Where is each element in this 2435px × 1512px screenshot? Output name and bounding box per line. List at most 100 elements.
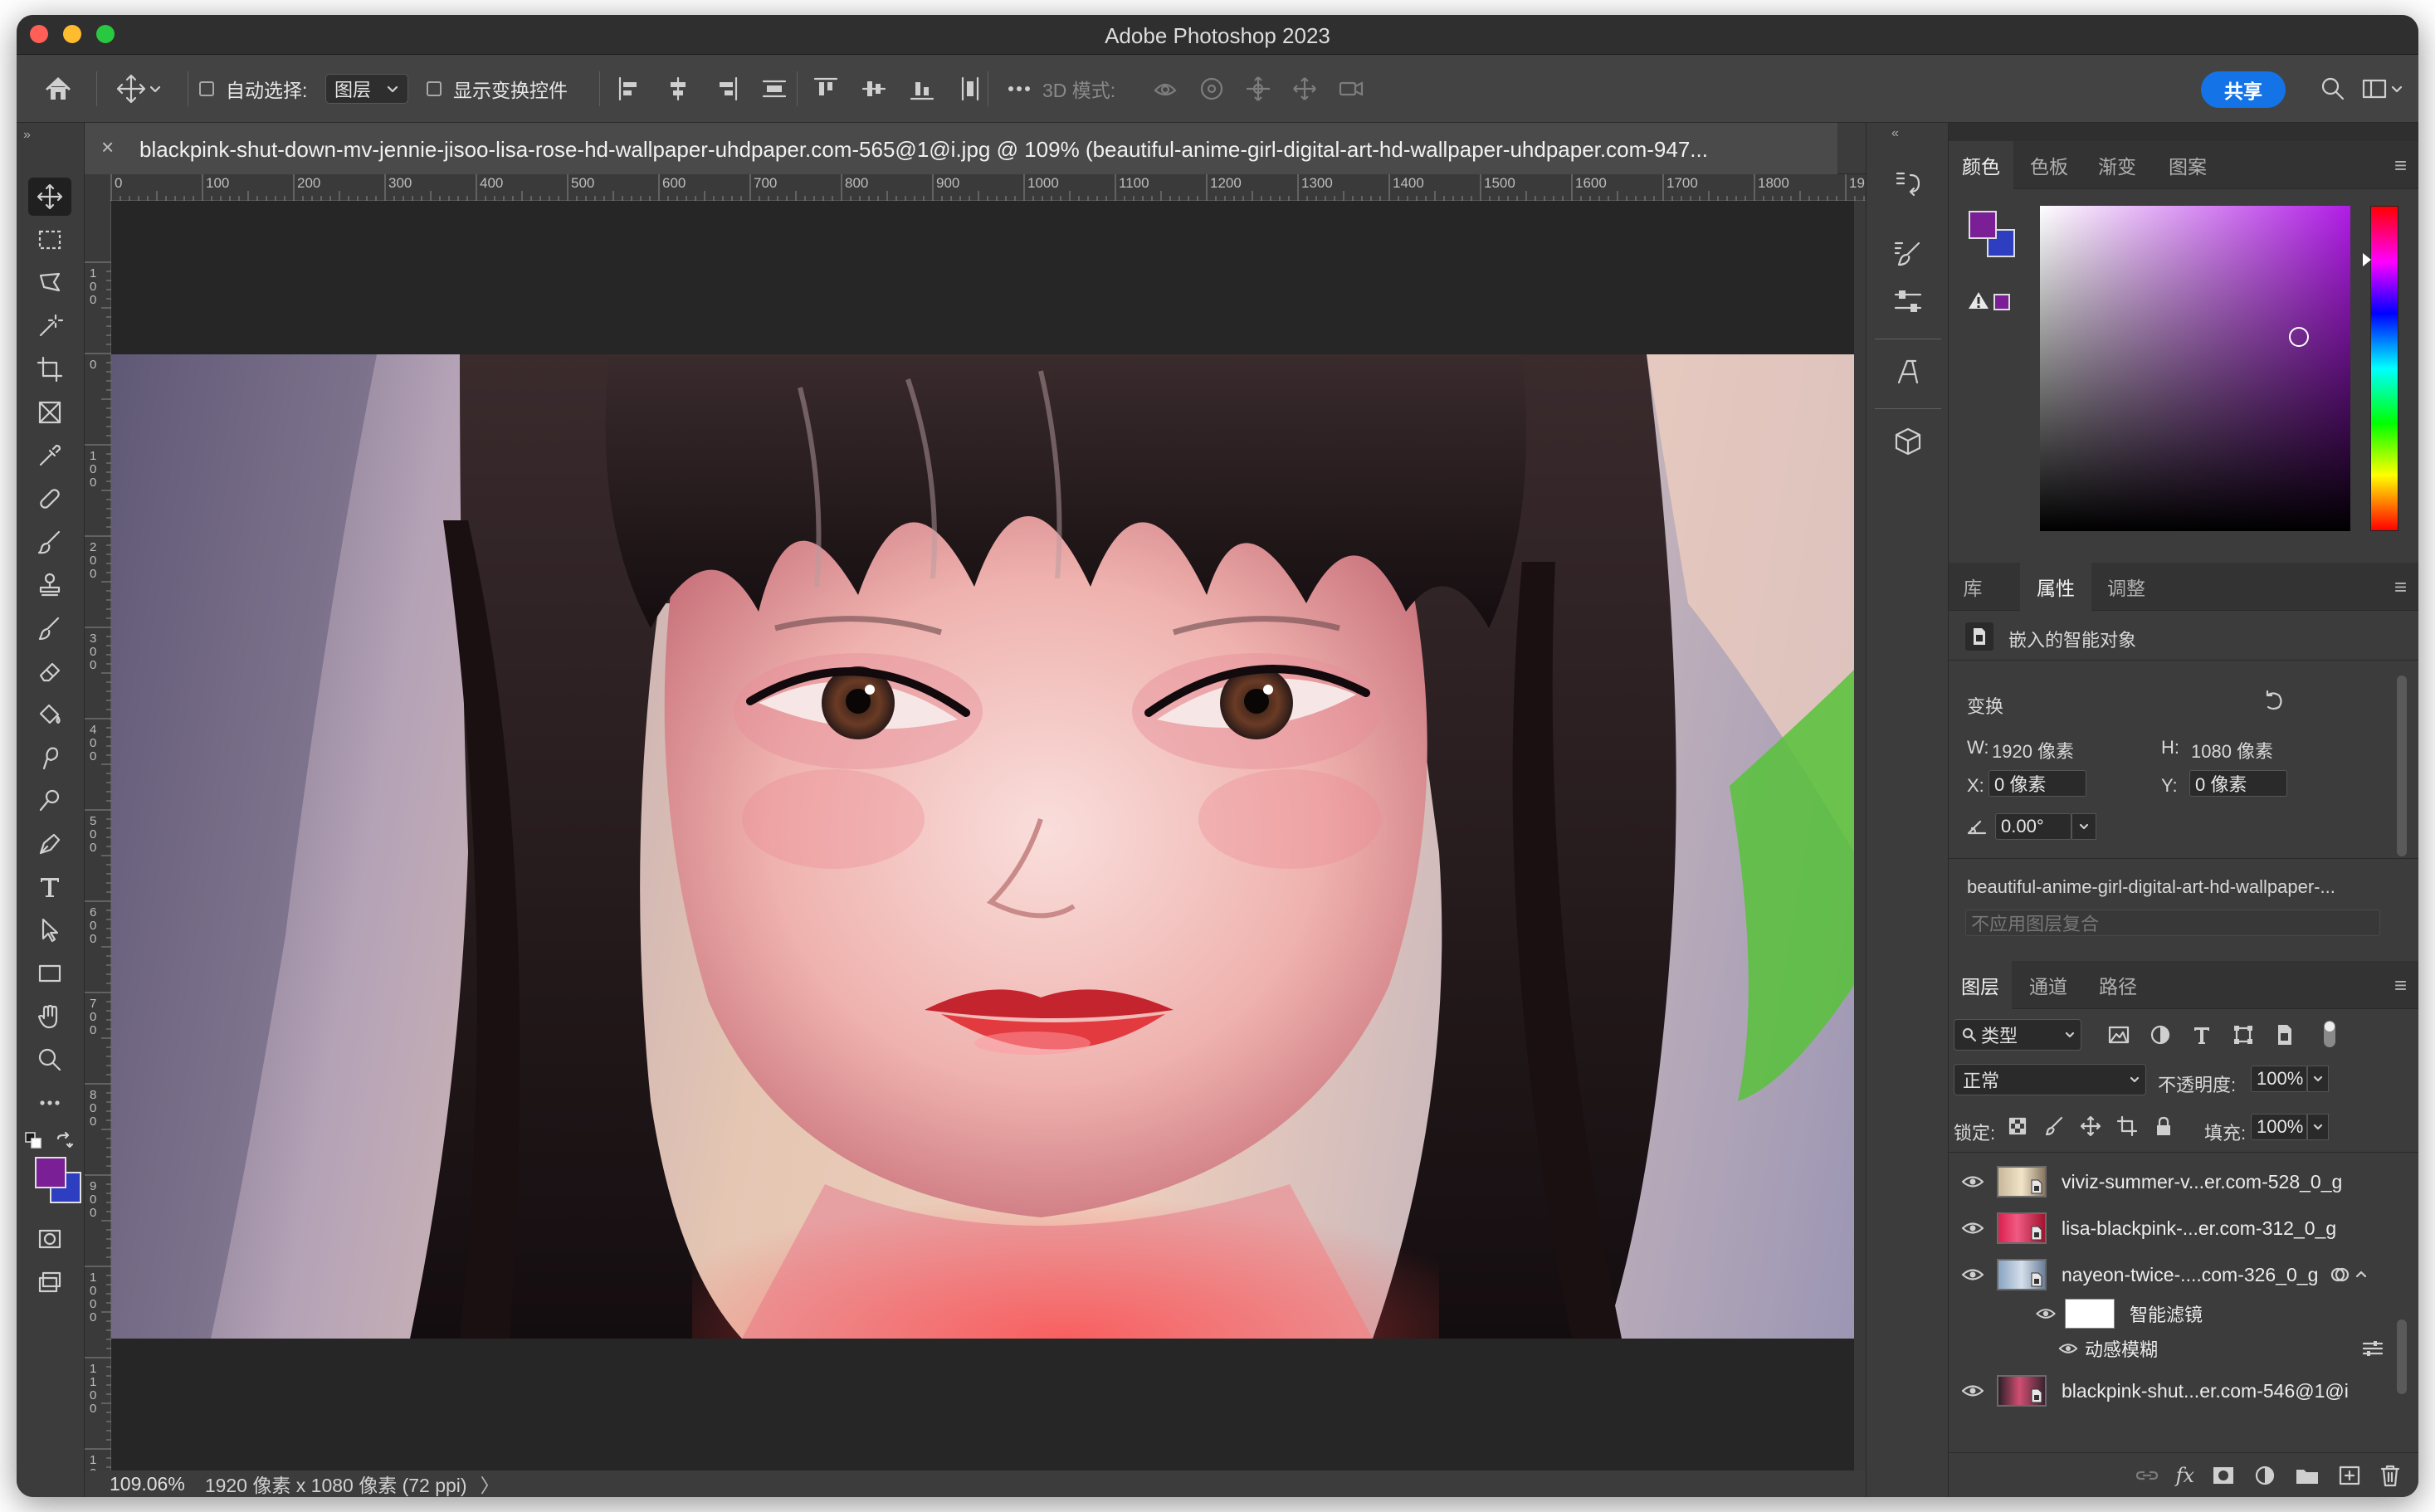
tab-color[interactable]: 颜色 — [1949, 141, 2013, 189]
x-position-field[interactable]: 0 像素 — [1989, 770, 2086, 797]
fill-slider-button[interactable] — [2307, 1114, 2329, 1140]
foreground-color-chip[interactable] — [1969, 211, 1997, 239]
adjustments-button[interactable] — [1890, 284, 1926, 320]
auto-select-dropdown[interactable]: 图层 — [325, 74, 408, 104]
align-center-h-icon[interactable] — [664, 75, 692, 103]
pixel-layer-filter-icon[interactable] — [2106, 1022, 2131, 1047]
3d-camera-icon[interactable] — [1336, 74, 1366, 104]
align-middle-v-icon[interactable] — [860, 75, 888, 103]
document-tab[interactable]: × blackpink-shut-down-mv-jennie-jisoo-li… — [85, 123, 1837, 174]
filter-row[interactable]: 动感模糊 — [1949, 1333, 2397, 1364]
align-top-icon[interactable] — [812, 75, 840, 103]
frame-tool[interactable] — [28, 393, 71, 432]
layer-row[interactable]: viviz-summer-v...er.com-528_0_g — [1949, 1158, 2397, 1205]
layer-row[interactable]: lisa-blackpink-...er.com-312_0_g — [1949, 1205, 2397, 1251]
tab-gradients[interactable]: 渐变 — [2085, 141, 2150, 189]
type-filter-icon[interactable] — [2189, 1022, 2214, 1047]
crop-tool[interactable] — [28, 350, 71, 388]
opacity-slider-button[interactable] — [2307, 1066, 2329, 1092]
panel-menu-icon[interactable]: ≡ — [2394, 973, 2407, 998]
visibility-eye-icon[interactable] — [1961, 1267, 1984, 1282]
magic-wand-tool[interactable] — [28, 307, 71, 345]
new-layer-icon[interactable] — [2337, 1464, 2362, 1487]
tab-channels[interactable]: 通道 — [2015, 961, 2081, 1009]
path-selection-tool[interactable] — [28, 911, 71, 949]
filter-blending-options-icon[interactable] — [2362, 1339, 2384, 1358]
edit-toolbar-button[interactable] — [28, 1084, 71, 1122]
zoom-level[interactable]: 109.06% — [110, 1473, 185, 1495]
color-picker-handle[interactable] — [2289, 327, 2309, 347]
reset-transform-button[interactable] — [2261, 689, 2286, 718]
canvas-area[interactable] — [111, 201, 1866, 1482]
adjustment-layer-icon[interactable] — [2252, 1464, 2277, 1487]
clone-stamp-tool[interactable] — [28, 566, 71, 604]
y-position-field[interactable]: 0 像素 — [2189, 770, 2287, 797]
add-mask-icon[interactable] — [2211, 1465, 2236, 1486]
rectangle-tool[interactable] — [28, 954, 71, 993]
gradient-tool[interactable] — [28, 695, 71, 734]
horizontal-ruler[interactable]: 0 100 200 300 400 500 600 700 800 900 1000 1100 1200… — [110, 174, 1866, 201]
share-button[interactable]: 共享 — [2201, 71, 2286, 108]
quick-mask-button[interactable] — [28, 1220, 71, 1258]
hue-slider[interactable] — [2363, 206, 2398, 531]
layers-scrollbar[interactable] — [2397, 1319, 2407, 1394]
eyedropper-tool[interactable] — [28, 437, 71, 475]
type-tool[interactable] — [28, 868, 71, 906]
close-document-icon[interactable]: × — [101, 134, 114, 160]
blend-mode-dropdown[interactable]: 正常 — [1954, 1064, 2146, 1095]
collapse-dock-icon[interactable]: « — [1891, 126, 1899, 141]
pen-tool[interactable] — [28, 825, 71, 863]
document-image[interactable] — [111, 354, 1854, 1339]
layer-comp-dropdown[interactable]: 不应用图层复合 — [1965, 910, 2380, 936]
panel-menu-icon[interactable]: ≡ — [2394, 574, 2407, 600]
new-group-icon[interactable] — [2294, 1465, 2320, 1486]
panel-menu-icon[interactable]: ≡ — [2394, 153, 2407, 178]
lock-artboard-icon[interactable] — [2116, 1115, 2138, 1137]
delete-layer-icon[interactable] — [2379, 1463, 2402, 1488]
3d-pan-icon[interactable] — [1243, 74, 1273, 104]
height-value[interactable]: 1080 像素 — [2191, 737, 2273, 763]
lock-pixels-icon[interactable] — [2043, 1115, 2065, 1137]
brush-settings-button[interactable] — [1890, 236, 1926, 272]
align-bottom-icon[interactable] — [908, 75, 936, 103]
layer-filter-dropdown[interactable]: 类型 — [1954, 1019, 2081, 1051]
auto-select-checkbox[interactable]: 自动选择: — [199, 55, 307, 123]
status-menu-arrow[interactable]: 〉 — [481, 1470, 500, 1497]
show-transform-checkbox[interactable]: 显示变换控件 — [427, 55, 568, 123]
vertical-ruler[interactable]: 1000100200300400500600700800900100011001… — [85, 201, 111, 1482]
lasso-tool[interactable] — [28, 264, 71, 302]
shape-filter-icon[interactable] — [2231, 1022, 2256, 1047]
filter-toggle-switch[interactable] — [2324, 1021, 2335, 1047]
healing-brush-tool[interactable] — [28, 480, 71, 518]
align-right-icon[interactable] — [712, 75, 740, 103]
color-field[interactable] — [2040, 206, 2350, 531]
layer-style-icon[interactable]: fx — [2176, 1464, 2194, 1487]
link-layers-icon[interactable] — [2135, 1465, 2159, 1486]
tab-properties[interactable]: 属性 — [2020, 563, 2091, 611]
smudge-tool[interactable] — [28, 739, 71, 777]
dodge-tool[interactable] — [28, 782, 71, 820]
screen-mode-button[interactable] — [28, 1263, 71, 1301]
tab-paths[interactable]: 路径 — [2085, 961, 2151, 1009]
lock-transparent-icon[interactable] — [2007, 1115, 2028, 1137]
move-tool-preset-picker[interactable] — [115, 55, 163, 123]
smart-filters-row[interactable]: 智能滤镜 — [1949, 1295, 2397, 1333]
glyphs-panel-button[interactable] — [1890, 354, 1926, 390]
distribute-v-icon[interactable] — [956, 75, 984, 103]
visibility-eye-icon[interactable] — [1961, 1383, 1984, 1398]
foreground-color-swatch[interactable] — [35, 1157, 66, 1188]
workspace-button[interactable] — [2360, 55, 2403, 123]
opacity-field[interactable]: 100% — [2251, 1066, 2307, 1092]
tab-patterns[interactable]: 图案 — [2153, 141, 2223, 189]
lock-all-icon[interactable] — [2153, 1115, 2174, 1137]
lock-position-icon[interactable] — [2080, 1115, 2101, 1137]
gamut-warning-icon[interactable] — [1967, 290, 1990, 315]
angle-dropdown[interactable] — [2071, 813, 2096, 840]
history-brush-tool[interactable] — [28, 609, 71, 647]
tab-libraries[interactable]: 库 — [1949, 563, 1997, 611]
search-button[interactable] — [2319, 55, 2347, 123]
default-colors-icon[interactable] — [25, 1132, 43, 1154]
move-tool[interactable] — [28, 178, 71, 216]
3d-panel-button[interactable] — [1890, 423, 1926, 460]
visibility-eye-icon[interactable] — [2058, 1342, 2078, 1355]
